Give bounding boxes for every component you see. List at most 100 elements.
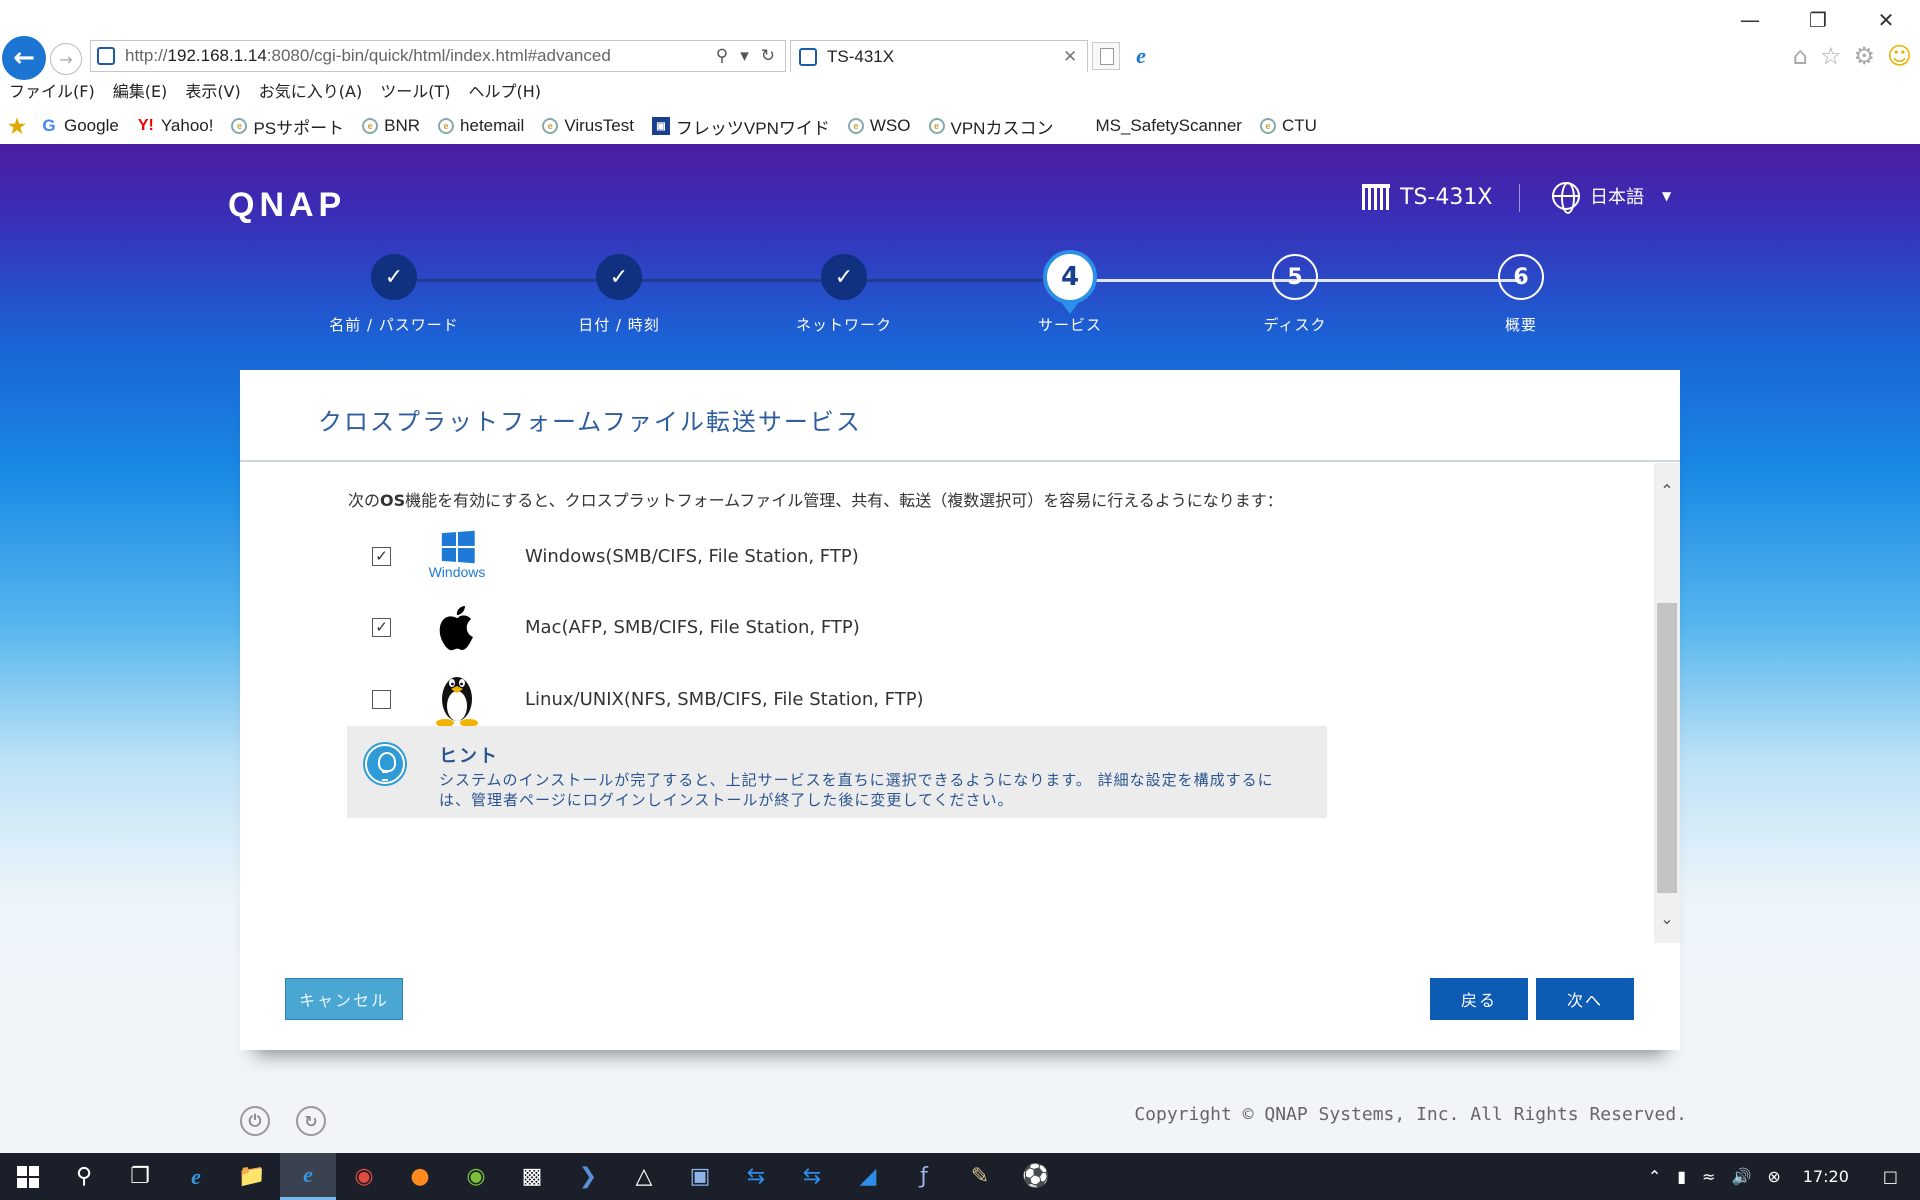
scrollbar-thumb[interactable]: [1657, 603, 1677, 893]
paint-icon[interactable]: ✎: [952, 1153, 1008, 1200]
step-number: 6: [1498, 254, 1544, 300]
scroll-down-icon[interactable]: ⌄: [1654, 903, 1680, 933]
menu-favorites[interactable]: お気に入り(A): [250, 78, 371, 106]
minimize-icon[interactable]: —: [1716, 0, 1784, 40]
forward-button[interactable]: →: [50, 43, 82, 75]
step-check-icon: ✓: [371, 254, 417, 300]
teamviewer-icon[interactable]: ⇆: [728, 1153, 784, 1200]
home-icon[interactable]: ⌂: [1793, 42, 1808, 70]
favorites-star-icon[interactable]: ☆: [1820, 42, 1842, 70]
scroll-up-icon[interactable]: ⌃: [1654, 475, 1680, 505]
language-selector[interactable]: 日本語 ▼: [1552, 182, 1671, 214]
terminal-icon[interactable]: ▩: [504, 1153, 560, 1200]
qnap-setup-page: QNAP TS-431X 日本語 ▼ ✓ 名前 / パスワード ✓ 日付 / 時…: [0, 144, 1920, 1153]
power-icon[interactable]: ⏻: [240, 1106, 270, 1136]
battery-icon[interactable]: ▮: [1677, 1167, 1686, 1186]
firefox-icon[interactable]: ●: [392, 1153, 448, 1200]
intro-text: 次のOS機能を有効にすると、クロスプラットフォームファイル管理、共有、転送（複数…: [348, 491, 1283, 510]
feedback-smiley-icon[interactable]: ☺: [1887, 42, 1912, 70]
ie-page-icon: e: [231, 118, 248, 134]
option-label: Mac(AFP, SMB/CIFS, File Station, FTP): [525, 616, 860, 638]
settings-gear-icon[interactable]: ⚙: [1853, 42, 1875, 70]
fav-vpn-kaskon[interactable]: e VPNカスコン: [921, 114, 1053, 139]
option-windows[interactable]: ✓ Windows Windows(SMB/CIFS, File Station…: [372, 526, 859, 586]
volume-icon[interactable]: 🔊: [1731, 1167, 1751, 1186]
notification-center-icon[interactable]: □: [1883, 1167, 1898, 1186]
windows-checkbox[interactable]: ✓: [372, 546, 391, 566]
apple-logo-icon: [417, 597, 497, 657]
edge-icon[interactable]: e: [168, 1153, 224, 1200]
fav-virustest[interactable]: e VirusTest: [534, 116, 634, 136]
fav-ps-support[interactable]: e PSサポート: [223, 114, 344, 139]
fav-yahoo[interactable]: Y! Yahoo!: [129, 116, 214, 136]
back-button[interactable]: ←: [2, 36, 46, 80]
step-label: サービス: [1037, 316, 1102, 334]
linux-checkbox[interactable]: [372, 689, 391, 709]
start-button[interactable]: [0, 1153, 56, 1200]
fav-ms-safety-scanner[interactable]: MS_SafetyScanner: [1063, 116, 1241, 136]
menu-tools[interactable]: ツール(T): [371, 78, 459, 106]
network-status-icon[interactable]: ⊗: [1767, 1167, 1780, 1186]
next-step-button[interactable]: 次へ: [1536, 978, 1634, 1020]
clock[interactable]: 17:20: [1803, 1167, 1849, 1186]
step-services: 4 サービス: [990, 250, 1150, 335]
cube-icon[interactable]: △: [616, 1153, 672, 1200]
soccer-ball-icon[interactable]: ⚽: [1008, 1153, 1064, 1200]
menu-edit[interactable]: 編集(E): [104, 78, 177, 106]
fav-bnr[interactable]: e BNR: [354, 116, 420, 136]
url-text[interactable]: http://192.168.1.14:8080/cgi-bin/quick/h…: [125, 46, 716, 66]
qnap-logo: QNAP: [228, 186, 347, 224]
ie-page-icon: e: [928, 118, 945, 134]
app-script-icon[interactable]: ƒ: [896, 1153, 952, 1200]
menu-file[interactable]: ファイル(F): [0, 78, 104, 106]
fav-hetemail[interactable]: e hetemail: [430, 116, 524, 136]
fav-ctu[interactable]: e CTU: [1252, 116, 1317, 136]
browser-tab[interactable]: TS-431X ✕: [790, 40, 1088, 72]
add-favorite-star-icon[interactable]: ★: [8, 116, 26, 138]
step-label: ネットワーク: [795, 316, 892, 334]
app-wing-icon[interactable]: ◢: [840, 1153, 896, 1200]
option-mac[interactable]: ✓ Mac(AFP, SMB/CIFS, File Station, FTP): [372, 597, 860, 657]
app-icon[interactable]: ◉: [448, 1153, 504, 1200]
fav-google[interactable]: G Google: [32, 116, 118, 136]
restore-icon[interactable]: ❐: [1784, 0, 1852, 40]
setup-stepper: ✓ 名前 / パスワード ✓ 日付 / 時刻 ✓ ネットワーク 4 サービス 5…: [0, 250, 1920, 335]
ie-page-icon: e: [438, 118, 455, 134]
address-bar[interactable]: http://192.168.1.14:8080/cgi-bin/quick/h…: [90, 40, 786, 72]
fav-wso[interactable]: e WSO: [840, 116, 911, 136]
google-icon: G: [42, 116, 56, 135]
step-summary: 6 概要: [1441, 254, 1601, 335]
search-icon[interactable]: ⚲: [56, 1153, 112, 1200]
option-linux[interactable]: Linux/UNIX(NFS, SMB/CIFS, File Station, …: [372, 669, 924, 729]
step-date-time: ✓ 日付 / 時刻: [539, 254, 699, 335]
menu-help[interactable]: ヘルプ(H): [459, 78, 550, 106]
ie-icon[interactable]: e: [1126, 42, 1156, 70]
close-icon[interactable]: ✕: [1852, 0, 1920, 40]
internet-explorer-icon[interactable]: e: [280, 1153, 336, 1200]
powershell-icon[interactable]: ❯: [560, 1153, 616, 1200]
wifi-icon[interactable]: ≈: [1702, 1167, 1715, 1186]
tab-close-icon[interactable]: ✕: [1063, 47, 1087, 67]
new-tab-button[interactable]: [1092, 42, 1120, 70]
globe-icon: [1552, 182, 1580, 214]
mac-checkbox[interactable]: ✓: [372, 617, 391, 637]
back-step-button[interactable]: 戻る: [1430, 978, 1528, 1020]
search-icon[interactable]: ⚲: [716, 46, 728, 66]
show-hidden-icons-icon[interactable]: ⌃: [1648, 1167, 1661, 1186]
fav-flets-vpn[interactable]: ▣ フレッツVPNワイド: [644, 114, 830, 139]
vertical-scrollbar[interactable]: ⌃ ⌄: [1654, 463, 1680, 943]
step-label: ディスク: [1263, 316, 1327, 334]
lightbulb-icon: [365, 744, 405, 784]
cancel-button[interactable]: キャンセル: [285, 978, 403, 1020]
refresh-icon[interactable]: ↻: [761, 46, 775, 66]
chrome-icon[interactable]: ◉: [336, 1153, 392, 1200]
file-explorer-icon[interactable]: 📁: [224, 1153, 280, 1200]
teamviewer-icon-2[interactable]: ⇆: [784, 1153, 840, 1200]
services-scroll-area[interactable]: 次のOS機能を有効にすると、クロスプラットフォームファイル管理、共有、転送（複数…: [240, 463, 1680, 943]
task-view-icon[interactable]: ❐: [112, 1153, 168, 1200]
menu-view[interactable]: 表示(V): [176, 78, 249, 106]
dropdown-icon[interactable]: ▾: [740, 46, 749, 66]
hint-title: ヒント: [439, 746, 499, 767]
restart-icon[interactable]: ↻: [296, 1106, 326, 1136]
network-tool-icon[interactable]: ▣: [672, 1153, 728, 1200]
